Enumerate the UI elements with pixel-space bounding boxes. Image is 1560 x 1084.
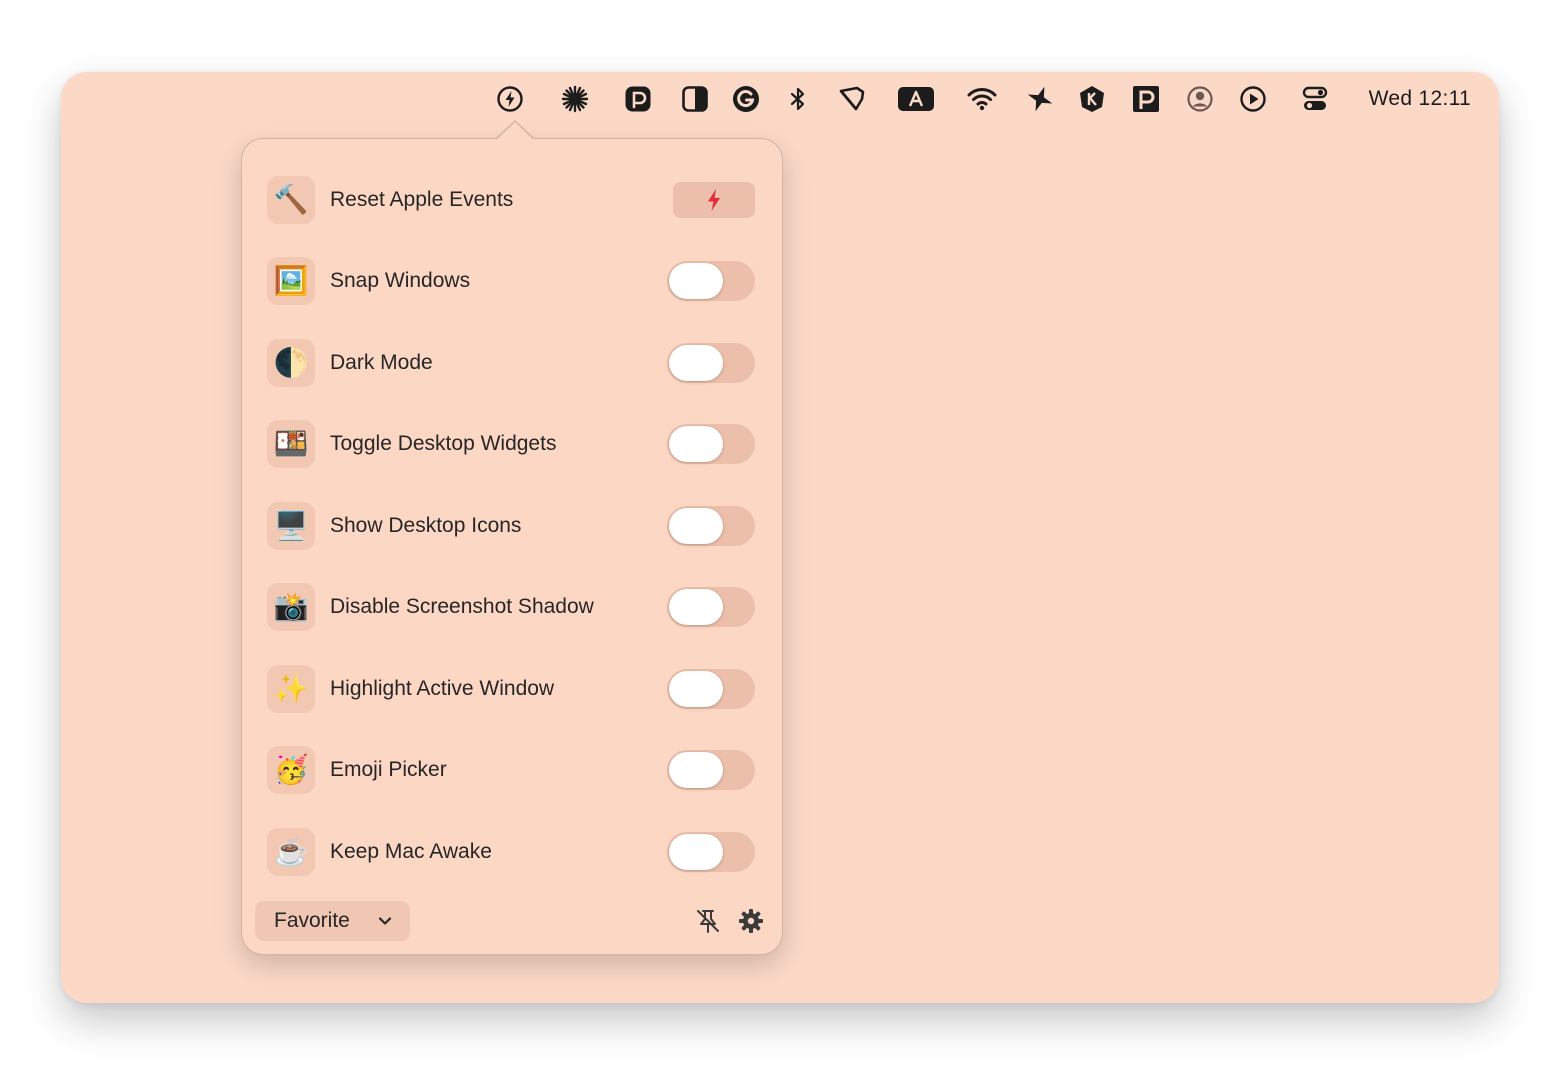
p-app-icon[interactable] — [623, 84, 653, 114]
gear-icon[interactable] — [737, 907, 765, 935]
hammer-icon: 🔨 — [267, 176, 315, 224]
toggle-knob — [669, 263, 723, 299]
keyboard-a-icon[interactable] — [897, 84, 935, 114]
toggle-knob — [669, 589, 723, 625]
action-row-disable-screenshot-shadow[interactable]: 📸 Disable Screenshot Shadow — [267, 582, 757, 632]
action-label: Disable Screenshot Shadow — [330, 595, 594, 618]
contrast-icon[interactable] — [680, 84, 710, 114]
picture-frame-icon: 🖼️ — [267, 257, 315, 305]
popover-pointer-fill — [496, 122, 534, 140]
plane-icon[interactable] — [1025, 84, 1055, 114]
pin-slash-icon[interactable] — [694, 907, 722, 935]
screenshot-shadow-toggle[interactable] — [667, 587, 755, 627]
action-row-keep-mac-awake[interactable]: ☕ Keep Mac Awake — [267, 827, 757, 877]
p-square-icon[interactable] — [1131, 84, 1161, 114]
desktop-icons-toggle[interactable] — [667, 506, 755, 546]
wifi-icon[interactable] — [967, 84, 997, 114]
menu-bar-clock[interactable]: Wed 12:11 — [1369, 85, 1471, 113]
toggle-knob — [669, 426, 723, 462]
highlight-window-toggle[interactable] — [667, 669, 755, 709]
bolt-circle-icon[interactable] — [495, 84, 525, 114]
keep-awake-toggle[interactable] — [667, 832, 755, 872]
control-center-icon[interactable] — [1300, 84, 1330, 114]
action-row-toggle-desktop-widgets[interactable]: 🍱 Toggle Desktop Widgets — [267, 419, 757, 469]
grammarly-icon[interactable] — [731, 84, 761, 114]
action-label: Emoji Picker — [330, 758, 447, 781]
toggle-knob — [669, 671, 723, 707]
desktop: Wed 12:11 🔨 Reset Apple Events 🖼️ Snap W… — [61, 72, 1499, 1003]
dark-mode-toggle[interactable] — [667, 343, 755, 383]
play-circle-icon[interactable] — [1238, 84, 1268, 114]
flag-icon[interactable] — [837, 84, 867, 114]
chevron-down-icon — [370, 916, 400, 926]
toggle-knob — [669, 834, 723, 870]
toggle-knob — [669, 508, 723, 544]
action-label: Reset Apple Events — [330, 188, 514, 211]
action-label: Toggle Desktop Widgets — [330, 432, 557, 455]
action-label: Dark Mode — [330, 351, 433, 374]
sparkles-icon: ✨ — [267, 665, 315, 713]
group-select[interactable]: Favorite — [255, 901, 410, 941]
action-row-show-desktop-icons[interactable]: 🖥️ Show Desktop Icons — [267, 501, 757, 551]
action-row-emoji-picker[interactable]: 🥳 Emoji Picker — [267, 745, 757, 795]
lightning-bolt-icon — [708, 189, 720, 211]
asterisk-icon[interactable] — [560, 84, 590, 114]
action-row-snap-windows[interactable]: 🖼️ Snap Windows — [267, 256, 757, 306]
k-shield-icon[interactable] — [1077, 84, 1107, 114]
bento-box-icon: 🍱 — [267, 420, 315, 468]
half-moon-icon: 🌓 — [267, 339, 315, 387]
action-label: Show Desktop Icons — [330, 514, 522, 537]
action-row-highlight-active-window[interactable]: ✨ Highlight Active Window — [267, 664, 757, 714]
toggle-knob — [669, 752, 723, 788]
action-label: Highlight Active Window — [330, 677, 555, 700]
action-label: Snap Windows — [330, 269, 471, 292]
quick-actions-popover: 🔨 Reset Apple Events 🖼️ Snap Windows 🌓 D… — [241, 138, 783, 955]
emoji-picker-toggle[interactable] — [667, 750, 755, 790]
camera-flash-icon: 📸 — [267, 583, 315, 631]
action-row-reset-apple-events[interactable]: 🔨 Reset Apple Events — [267, 175, 757, 225]
coffee-cup-icon: ☕ — [267, 828, 315, 876]
party-face-icon: 🥳 — [267, 746, 315, 794]
user-circle-icon[interactable] — [1185, 84, 1215, 114]
bluetooth-icon[interactable] — [783, 84, 813, 114]
action-label: Keep Mac Awake — [330, 840, 492, 863]
desktop-widgets-toggle[interactable] — [667, 424, 755, 464]
monitor-icon: 🖥️ — [267, 502, 315, 550]
action-row-dark-mode[interactable]: 🌓 Dark Mode — [267, 338, 757, 388]
toggle-knob — [669, 345, 723, 381]
group-select-value: Favorite — [274, 909, 350, 932]
snap-windows-toggle[interactable] — [667, 261, 755, 301]
menu-bar: Wed 12:11 — [61, 72, 1499, 126]
run-action-button[interactable] — [673, 182, 755, 218]
